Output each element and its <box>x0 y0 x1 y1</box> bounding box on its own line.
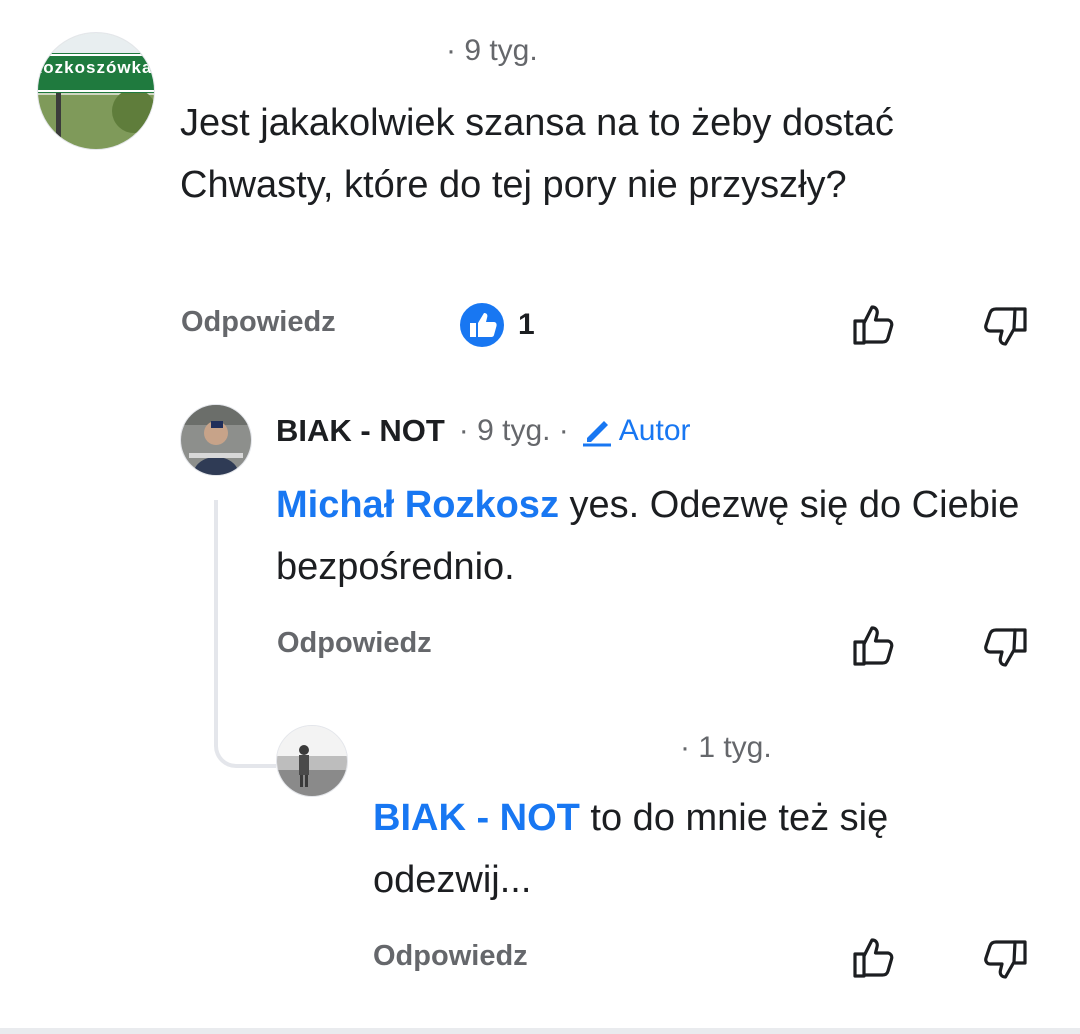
comment-time: · 9 tyg. <box>446 34 538 67</box>
user-photo-icon <box>181 405 251 475</box>
avatar[interactable]: Rozkoszówka <box>37 32 155 150</box>
like-reaction[interactable]: 1 <box>458 300 535 350</box>
reply-button[interactable]: Odpowiedz <box>277 627 432 660</box>
author-name[interactable]: BIAK - NOT <box>276 413 445 449</box>
comment-text: Jest jakakolwiek szansa na to żeby dosta… <box>180 102 894 206</box>
user-photo-icon <box>277 726 347 796</box>
thumbs-up-icon[interactable] <box>850 622 898 670</box>
author-badge: Autor <box>579 413 691 449</box>
comment-text: Michał Rozkosz yes. Odezwę się do Ciebie… <box>276 474 1046 598</box>
reply-button[interactable]: Odpowiedz <box>181 306 336 339</box>
thumbs-up-icon[interactable] <box>850 934 898 982</box>
thread-curve <box>214 720 276 768</box>
sign-text: Rozkoszówka <box>37 58 153 77</box>
thread-line <box>214 500 218 745</box>
avatar[interactable] <box>276 725 348 797</box>
author-badge-label: Autor <box>618 414 691 447</box>
comment-time: · 9 tyg. · <box>458 414 569 447</box>
bottom-divider <box>0 1028 1080 1034</box>
mention-link[interactable]: Michał Rozkosz <box>276 484 559 526</box>
thumbs-down-icon[interactable] <box>982 936 1030 984</box>
comment-header: BIAK - NOT · 9 tyg. · Autor <box>276 410 691 452</box>
thumbs-down-icon[interactable] <box>982 303 1030 351</box>
avatar[interactable] <box>180 404 252 476</box>
thumbs-up-icon[interactable] <box>850 301 898 349</box>
sign-photo-icon <box>38 33 154 149</box>
comment-time: · 1 tyg. <box>680 731 772 764</box>
thumbs-down-icon[interactable] <box>982 624 1030 672</box>
reply-button[interactable]: Odpowiedz <box>373 940 528 973</box>
mention-link[interactable]: BIAK - NOT <box>373 797 580 839</box>
pencil-icon <box>582 421 611 447</box>
comment-text: BIAK - NOT to do mnie też się odezwij... <box>373 787 1053 911</box>
like-count: 1 <box>518 308 535 341</box>
like-reaction-icon <box>458 301 506 349</box>
